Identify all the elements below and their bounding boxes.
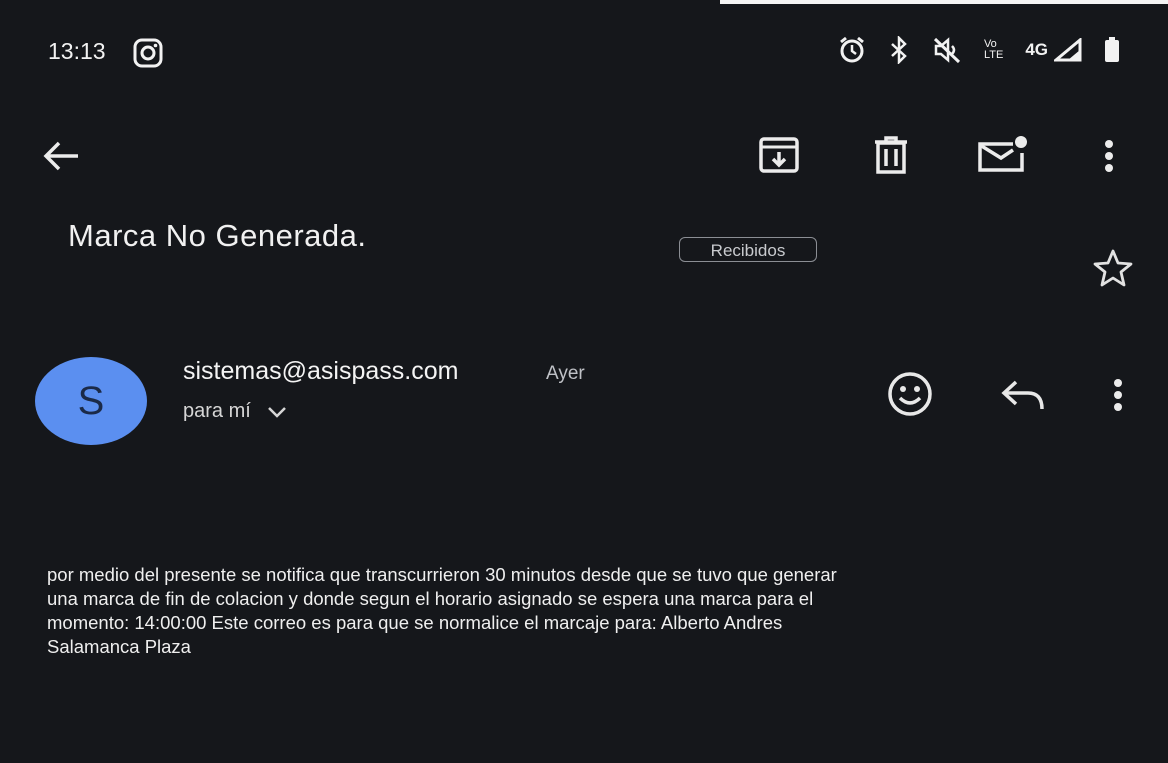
delete-button[interactable] (869, 134, 913, 176)
star-button[interactable] (1089, 248, 1137, 288)
status-icons: Vo LTE 4G (838, 36, 1120, 64)
instagram-icon (133, 38, 163, 68)
sender-avatar[interactable]: S (35, 357, 147, 445)
reply-icon (1001, 380, 1044, 410)
email-subject: Marca No Generada. (68, 218, 367, 253)
archive-button[interactable] (755, 134, 803, 176)
back-button[interactable] (38, 135, 84, 177)
network-label: Vo LTE (984, 39, 1003, 61)
star-icon (1093, 249, 1133, 287)
bluetooth-icon (891, 36, 907, 64)
battery-icon (1105, 37, 1119, 62)
trash-icon (875, 136, 907, 174)
message-more-button[interactable] (1104, 375, 1132, 415)
sender-email: sistemas@asispass.com (183, 357, 459, 385)
recipient-toggle[interactable]: para mí (183, 400, 288, 423)
back-arrow-icon (43, 141, 78, 171)
mark-unread-button[interactable] (976, 132, 1028, 176)
reply-button[interactable] (998, 376, 1048, 414)
network-type: 4G (1025, 40, 1048, 59)
body-line: por medio del presente se notifica que t… (47, 564, 837, 585)
more-options-button[interactable] (1094, 136, 1124, 176)
email-body: por medio del presente se notifica que t… (47, 563, 1077, 659)
top-edge-strip (720, 0, 1168, 4)
body-line: momento: 14:00:00 Este correo es para qu… (47, 612, 783, 633)
label-chip[interactable]: Recibidos (679, 237, 817, 262)
more-vert-icon (1114, 379, 1122, 411)
emoji-smile-icon (888, 372, 932, 416)
reaction-button[interactable] (884, 370, 936, 418)
network-label-bottom: LTE (983, 49, 1004, 61)
alarm-icon (840, 36, 864, 63)
mark-unread-icon (978, 136, 1027, 172)
status-time: 13:13 (48, 38, 106, 64)
body-line: Salamanca Plaza (47, 636, 191, 657)
recipient-label: para mí (183, 400, 251, 422)
mute-icon (933, 37, 960, 64)
signal-icon (1054, 38, 1082, 62)
archive-icon (759, 137, 799, 173)
chevron-down-icon (268, 407, 287, 418)
email-date: Ayer (546, 363, 585, 384)
body-line: una marca de fin de colacion y donde seg… (47, 588, 814, 609)
more-vert-icon (1105, 140, 1113, 172)
